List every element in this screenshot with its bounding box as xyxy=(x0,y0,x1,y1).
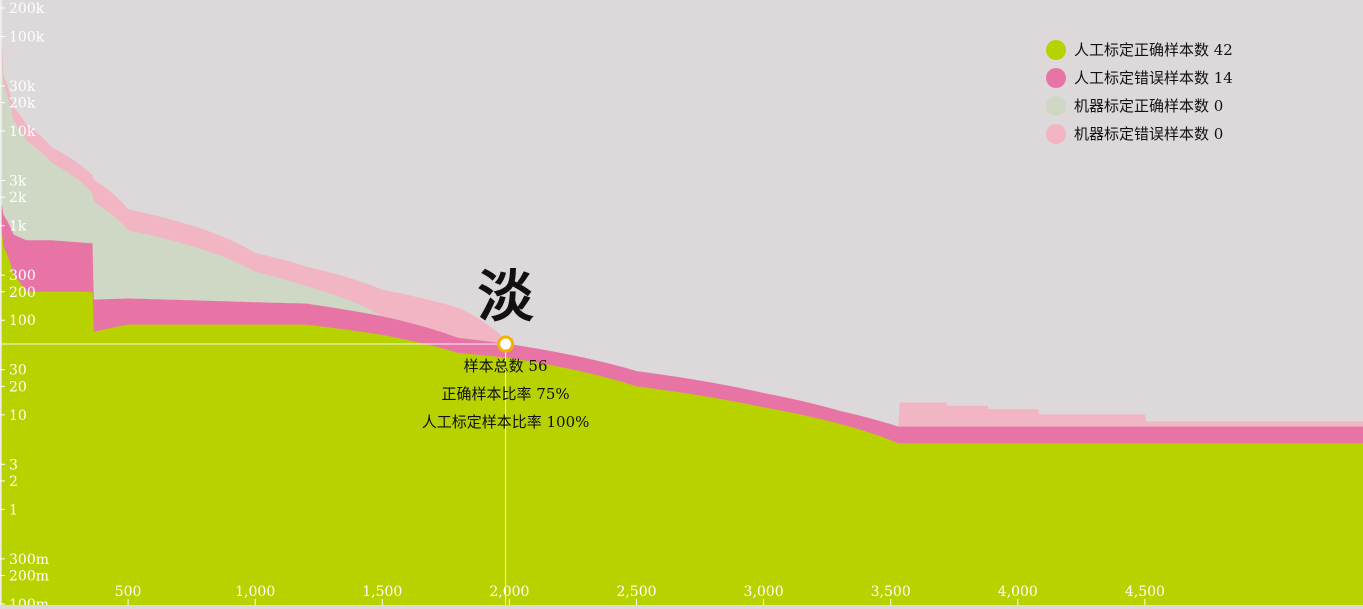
y-tick-label: 10 xyxy=(9,408,27,424)
y-tick-label: 30 xyxy=(9,363,27,379)
x-tick-label: 500 xyxy=(115,584,142,600)
y-tick-label: 2 xyxy=(9,474,18,490)
legend-label[interactable]: 人工标定正确样本数 42 xyxy=(1074,41,1233,59)
y-tick-label: 200m xyxy=(9,569,49,585)
tooltip-correct-ratio: 正确样本比率 75% xyxy=(442,385,570,403)
y-tick-label: 100 xyxy=(9,313,36,329)
y-tick-label: 300m xyxy=(9,552,49,568)
y-tick-label: 2k xyxy=(9,190,27,206)
y-tick-label: 100k xyxy=(9,29,45,45)
y-tick-label: 20 xyxy=(9,379,27,395)
x-tick-label: 1,500 xyxy=(362,584,402,600)
y-tick-label: 20k xyxy=(9,96,36,112)
y-tick-label: 200 xyxy=(9,285,36,301)
y-tick-label: 30k xyxy=(9,79,36,95)
x-tick-label: 1,000 xyxy=(235,584,275,600)
tooltip-manual-ratio: 人工标定样本比率 100% xyxy=(422,413,590,431)
x-tick-label: 3,000 xyxy=(744,584,784,600)
y-tick-label: 1k xyxy=(9,219,27,235)
legend-label[interactable]: 人工标定错误样本数 14 xyxy=(1074,69,1233,87)
x-tick-label: 4,000 xyxy=(998,584,1038,600)
y-tick-label: 3k xyxy=(9,174,27,190)
tooltip-total: 样本总数 56 xyxy=(464,357,548,375)
legend-label[interactable]: 机器标定错误样本数 0 xyxy=(1074,125,1223,143)
hover-point[interactable] xyxy=(497,335,515,353)
x-tick-label: 4,500 xyxy=(1125,584,1165,600)
legend-swatch[interactable] xyxy=(1046,124,1066,144)
legend-swatch[interactable] xyxy=(1046,68,1066,88)
x-tick-label: 2,500 xyxy=(616,584,656,600)
y-tick-label: 300 xyxy=(9,268,36,284)
chart-svg: 100m 200m300m 1 23 10 2030 100 200300 1k 2k3k 10k 2… xyxy=(0,0,1363,609)
chart: 100m 200m 300m 1 2 3 10 20 30 100 200 300 1k 2k 3k 10k 2… xyxy=(0,0,1363,609)
y-tick-label: 3 xyxy=(9,457,18,473)
hover-character: 淡 xyxy=(478,265,535,330)
y-tick-label: 10k xyxy=(9,124,36,140)
x-tick-label: 3,500 xyxy=(871,584,911,600)
legend-swatch[interactable] xyxy=(1046,96,1066,116)
y-tick-label: 1 xyxy=(9,502,18,518)
legend-label[interactable]: 机器标定正确样本数 0 xyxy=(1074,97,1223,115)
y-tick-label: 200k xyxy=(9,1,45,17)
y-tick-label: 100m xyxy=(9,597,49,605)
x-tick-label: 2,000 xyxy=(489,584,529,600)
legend-swatch[interactable] xyxy=(1046,40,1066,60)
